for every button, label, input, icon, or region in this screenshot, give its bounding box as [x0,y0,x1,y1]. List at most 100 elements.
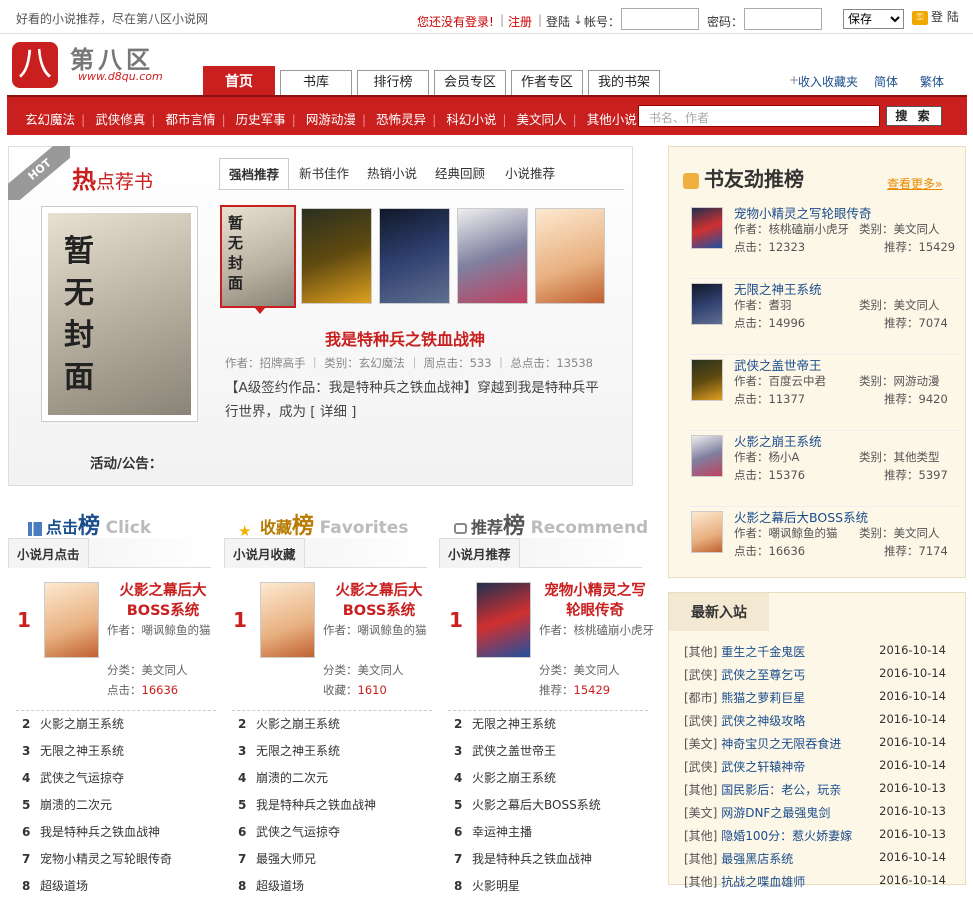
cat-wuxia[interactable]: 武侠修真 [95,112,145,127]
tab-authors[interactable]: 作者专区 [511,70,583,96]
entry-title[interactable]: 网游DNF之最强鬼剑 [721,806,830,820]
entry-title[interactable]: 隐婚100分：惹火娇妻嫁 [721,829,852,843]
list-item[interactable]: 8 超级道场 [22,877,222,904]
tab-rankings[interactable]: 排行榜 [357,70,429,96]
entry-title[interactable]: 武侠之神级攻略 [721,714,805,728]
list-item[interactable]: 5 崩溃的二次元 [22,796,222,823]
cat-other[interactable]: 其他小说 [587,112,637,127]
list-item[interactable]: 5 火影之幕后大BOSS系统 [454,796,654,823]
cat-horror[interactable]: 恐怖灵异 [376,112,426,127]
list-item[interactable]: 8 火影明星 [454,877,654,904]
cat-urban[interactable]: 都市言情 [165,112,215,127]
list-item[interactable]: 武侠之盖世帝王 作者：百度云中君 类别：网游动漫 点击：11377 推荐：942… [689,355,959,431]
book-cover[interactable] [260,582,315,658]
recommend-rank-top[interactable]: 1 宠物小精灵之写轮眼传奇 作者：核桃磕崩小虎牙 分类：美文同人 推荐：1542… [449,578,657,708]
tab-month-recommend[interactable]: 小说月推荐 [439,538,520,568]
cat-fanfic[interactable]: 美文同人 [517,112,567,127]
list-item[interactable]: 6 武侠之气运掠夺 [238,823,438,850]
list-item[interactable]: 5 我是特种兵之铁血战神 [238,796,438,823]
entry-title[interactable]: 国民影后：老公，玩亲 [721,783,841,797]
book-thumb[interactable]: 暂无封面 [220,205,296,308]
book-thumb[interactable] [301,208,372,304]
list-item[interactable]: [其他] 隐婚100分：惹火娇妻嫁 2016-10-13 [684,827,954,850]
book-title[interactable]: 火影之幕后大BOSS系统 [107,581,219,621]
book-thumb[interactable] [535,208,605,304]
entry-title[interactable]: 抗战之喋血雄师 [721,875,805,889]
book-title[interactable]: 武侠之盖世帝王 [734,355,822,374]
list-item[interactable]: 2 无限之神王系统 [454,715,654,742]
tab-new-books[interactable]: 新书佳作 [292,158,356,189]
list-item[interactable]: 7 最强大师兄 [238,850,438,877]
tab-classics[interactable]: 经典回顾 [428,158,492,189]
password-input[interactable] [744,8,822,30]
list-item[interactable]: [武侠] 武侠之轩辕神帝 2016-10-14 [684,758,954,781]
book-cover[interactable] [691,359,723,401]
tab-strong-recommend[interactable]: 强档推荐 [219,158,289,189]
tab-month-clicks[interactable]: 小说月点击 [8,538,89,568]
entry-title[interactable]: 最强黑店系统 [721,852,793,866]
list-item[interactable]: 6 幸运神主播 [454,823,654,850]
book-title[interactable]: 宠物小精灵之写轮眼传奇 [734,203,872,222]
list-item[interactable]: [武侠] 武侠之至尊乞丐 2016-10-14 [684,666,954,689]
traditional-link[interactable]: 繁体 [920,73,944,90]
favorites-rank-top[interactable]: 1 火影之幕后大BOSS系统 作者：嘲讽鲸鱼的猫 分类：美文同人 收藏：1610 [233,578,441,708]
book-cover[interactable] [691,283,723,325]
click-rank-top[interactable]: 1 火影之幕后大BOSS系统 作者：嘲讽鲸鱼的猫 分类：美文同人 点击：1663… [17,578,225,708]
list-item[interactable]: 2 火影之崩王系统 [238,715,438,742]
list-item[interactable]: 7 我是特种兵之铁血战神 [454,850,654,877]
account-input[interactable] [621,8,699,30]
tab-home[interactable]: 首页 [203,66,275,96]
book-title[interactable]: 宠物小精灵之写轮眼传奇 [539,581,651,621]
save-login-select[interactable]: 保存 [843,9,904,29]
list-item[interactable]: 3 武侠之盖世帝王 [454,742,654,769]
entry-title[interactable]: 武侠之轩辕神帝 [721,760,805,774]
login-button[interactable]: ⚿ 登 陆 [912,8,959,25]
list-item[interactable]: 3 无限之神王系统 [22,742,222,769]
search-button[interactable]: 搜 索 [886,106,942,126]
list-item[interactable]: 7 宠物小精灵之写轮眼传奇 [22,850,222,877]
list-item[interactable]: [美文] 网游DNF之最强鬼剑 2016-10-13 [684,804,954,827]
book-title[interactable]: 无限之神王系统 [734,279,822,298]
entry-title[interactable]: 重生之千金鬼医 [721,645,805,659]
list-item[interactable]: 无限之神王系统 作者：耆羽 类别：美文同人 点击：14996 推荐：7074 [689,279,959,355]
search-input[interactable]: 书名、作者 [638,105,880,127]
site-logo[interactable]: 八 第八区 www.d8qu.com [12,42,163,88]
entry-title[interactable]: 武侠之至尊乞丐 [721,668,805,682]
entry-title[interactable]: 熊猫之萝莉巨星 [721,691,805,705]
list-item[interactable]: [都市] 熊猫之萝莉巨星 2016-10-14 [684,689,954,712]
book-title[interactable]: 火影之幕后大BOSS系统 [323,581,435,621]
list-item[interactable]: 2 火影之崩王系统 [22,715,222,742]
list-item[interactable]: 6 我是特种兵之铁血战神 [22,823,222,850]
list-item[interactable]: [其他] 重生之千金鬼医 2016-10-14 [684,643,954,666]
list-item[interactable]: 火影之崩王系统 作者：杨小A 类别：其他类型 点击：15376 推荐：5397 [689,431,959,507]
tab-bookshelf[interactable]: 我的书架 [588,70,660,96]
book-cover[interactable] [44,582,99,658]
book-cover[interactable] [476,582,531,658]
list-item[interactable]: 8 超级道场 [238,877,438,904]
view-more-link[interactable]: 查看更多» [887,175,942,192]
register-link[interactable]: 注册 [508,13,532,30]
entry-title[interactable]: 神奇宝贝之无限吞食进 [721,737,841,751]
bookmark-link[interactable]: 收入收藏夹 [798,73,858,90]
book-title[interactable]: 火影之崩王系统 [734,431,822,450]
list-item[interactable]: 3 无限之神王系统 [238,742,438,769]
list-item[interactable]: 4 武侠之气运掠夺 [22,769,222,796]
list-item[interactable]: 4 崩溃的二次元 [238,769,438,796]
list-item[interactable]: [武侠] 武侠之神级攻略 2016-10-14 [684,712,954,735]
list-item[interactable]: 4 火影之崩王系统 [454,769,654,796]
cat-history[interactable]: 历史军事 [236,112,286,127]
cat-scifi[interactable]: 科幻小说 [446,112,496,127]
list-item[interactable]: [美文] 神奇宝贝之无限吞食进 2016-10-14 [684,735,954,758]
list-item[interactable]: 宠物小精灵之写轮眼传奇 作者：核桃磕崩小虎牙 类别：美文同人 点击：12323 … [689,203,959,279]
book-cover[interactable] [691,207,723,249]
cat-games[interactable]: 网游动漫 [306,112,356,127]
book-thumb[interactable] [379,208,450,304]
book-cover[interactable] [691,511,723,553]
featured-cover[interactable]: 暂无封面 [41,206,198,422]
featured-book-title[interactable]: 我是特种兵之铁血战神 [325,326,485,350]
list-item[interactable]: [其他] 国民影后：老公，玩亲 2016-10-13 [684,781,954,804]
book-cover[interactable] [691,435,723,477]
tab-novel-recommend[interactable]: 小说推荐 [498,158,562,189]
book-thumb[interactable] [457,208,528,304]
tab-month-favorites[interactable]: 小说月收藏 [224,538,305,568]
